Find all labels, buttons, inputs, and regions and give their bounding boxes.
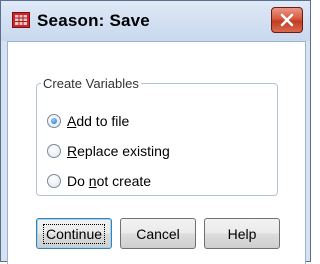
dialog-body: Create Variables Add to file Replace exi… bbox=[7, 41, 306, 264]
radio-button[interactable] bbox=[47, 144, 61, 158]
group-legend: Create Variables bbox=[43, 76, 139, 91]
close-icon bbox=[280, 13, 294, 27]
continue-button[interactable]: Continue bbox=[36, 218, 112, 249]
save-dialog: Season: Save Create Variables Add to fil… bbox=[0, 0, 311, 264]
close-button[interactable] bbox=[271, 7, 303, 33]
create-variables-group: Create Variables Add to file Replace exi… bbox=[36, 76, 278, 196]
radio-replace-existing[interactable]: Replace existing bbox=[47, 141, 170, 161]
help-button[interactable]: Help bbox=[204, 218, 280, 249]
radio-button[interactable] bbox=[47, 174, 61, 188]
title-bar[interactable]: Season: Save bbox=[1, 1, 310, 41]
radio-do-not-create[interactable]: Do not create bbox=[47, 171, 151, 191]
radio-label: Add to file bbox=[67, 113, 130, 129]
radio-label: Replace existing bbox=[67, 143, 170, 159]
data-grid-icon bbox=[12, 12, 30, 28]
radio-button-checked[interactable] bbox=[47, 114, 61, 128]
dialog-title: Season: Save bbox=[37, 11, 150, 30]
radio-add-to-file[interactable]: Add to file bbox=[47, 111, 129, 131]
radio-label: Do not create bbox=[67, 173, 152, 189]
cancel-button[interactable]: Cancel bbox=[120, 218, 196, 249]
